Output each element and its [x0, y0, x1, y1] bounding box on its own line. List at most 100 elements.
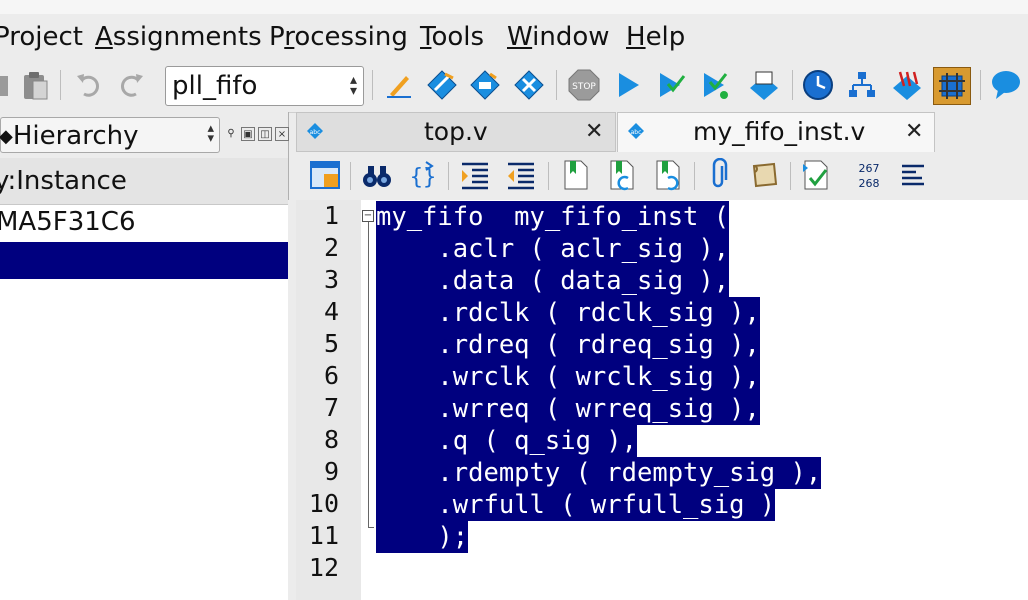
braces-icon[interactable]: {} — [406, 158, 440, 192]
text-editor[interactable]: 1 2 3 4 5 6 7 8 9 10 11 12 − my_fifo my_… — [296, 200, 1028, 600]
tab-top-v[interactable]: abc top.v ✕ — [296, 112, 616, 152]
align-lines-icon[interactable] — [896, 158, 930, 192]
toolbar-separator — [448, 162, 449, 190]
project-navigator-panel: ◆Hierarchy ▴ ▾ ⚲ ▣ ◫ × y:Instance MA5F31C… — [0, 112, 289, 600]
line-number-gutter: 1 2 3 4 5 6 7 8 9 10 11 12 — [296, 200, 361, 600]
window-top-strip — [0, 0, 1028, 14]
menu-processing[interactable]: Processing — [269, 22, 408, 52]
attach-icon[interactable] — [702, 157, 736, 192]
project-revision-value: pll_fifo — [172, 71, 258, 101]
instance-column-label: y:Instance — [0, 166, 127, 196]
redo-icon[interactable] — [114, 68, 148, 102]
menu-assignments[interactable]: Assignments — [95, 22, 262, 52]
synthesis-icon[interactable] — [468, 68, 502, 102]
code-line: .wrclk ( wrclk_sig ), — [376, 361, 760, 393]
hierarchy-bullet-icon: ◆ — [0, 126, 13, 147]
code-line: .wrreq ( wrreq_sig ), — [376, 393, 760, 425]
svg-text:abc: abc — [631, 129, 642, 136]
menu-tools[interactable]: Tools — [420, 22, 484, 52]
increase-indent-icon[interactable] — [458, 158, 492, 192]
pencil-icon[interactable] — [382, 68, 416, 102]
pin-planner-icon[interactable] — [933, 67, 971, 105]
project-navigator-header: ◆Hierarchy ▴ ▾ ⚲ ▣ ◫ × — [0, 112, 289, 158]
toolbar-separator — [980, 70, 981, 100]
line-number-icon[interactable]: 267 268 — [852, 158, 886, 192]
code-line: .rdreq ( rdreq_sig ), — [376, 329, 760, 361]
code-line: .data ( data_sig ), — [376, 265, 730, 297]
verilog-file-icon: abc — [628, 123, 644, 139]
fold-end — [368, 527, 374, 528]
instance-column-header[interactable]: y:Instance — [0, 158, 288, 205]
hierarchy-row-selected[interactable] — [0, 242, 288, 279]
editor-left-border — [288, 200, 296, 600]
line-number: 3 — [323, 265, 339, 294]
line-number-bottom-label: 268 — [859, 177, 880, 190]
toolbar-separator — [694, 162, 695, 190]
code-line: .aclr ( aclr_sig ), — [376, 233, 730, 265]
svg-text:STOP: STOP — [572, 82, 596, 92]
restore-panel-icon[interactable]: ◫ — [258, 127, 272, 141]
main-toolbar: pll_fifo ▴ ▾ STOP — [0, 60, 1028, 113]
previous-bookmark-icon[interactable] — [604, 158, 638, 192]
line-number: 5 — [323, 329, 339, 358]
line-number: 6 — [323, 361, 339, 390]
menu-project[interactable]: Project — [0, 22, 83, 52]
code-line: .q ( q_sig ), — [376, 425, 637, 457]
toolbar-separator — [60, 70, 61, 100]
menu-window[interactable]: Window — [507, 22, 610, 52]
search-icon[interactable]: ⚲ — [224, 127, 238, 141]
paste-icon[interactable] — [18, 68, 52, 102]
analysis-elaboration-icon[interactable] — [654, 68, 688, 102]
device-label: MA5F31C6 — [0, 207, 136, 237]
template-scroll-icon[interactable] — [748, 158, 782, 192]
close-panel-icon[interactable]: × — [275, 127, 289, 141]
code-line: .wrfull ( wrfull_sig ) — [376, 489, 776, 521]
timequest-icon[interactable] — [801, 68, 835, 102]
tab-my-fifo-inst-v[interactable]: abc my_fifo_inst.v ✕ — [617, 112, 935, 152]
line-number: 2 — [323, 233, 339, 262]
toolbar-separator — [350, 162, 351, 190]
bookmark-icon[interactable] — [558, 158, 592, 192]
toolbar-separator — [372, 70, 373, 100]
window-layout-icon[interactable] — [308, 158, 342, 192]
assembler-icon[interactable] — [747, 68, 781, 102]
find-icon[interactable] — [360, 158, 394, 192]
check-syntax-icon[interactable] — [798, 158, 832, 192]
navigator-view-value: ◆Hierarchy — [0, 121, 149, 151]
line-number: 8 — [323, 425, 339, 454]
start-compilation-icon[interactable] — [611, 68, 645, 102]
help-icon[interactable] — [988, 68, 1022, 102]
line-number: 10 — [308, 489, 339, 518]
line-number: 9 — [323, 457, 339, 486]
navigator-view-select[interactable]: ◆Hierarchy ▴ ▾ — [0, 117, 220, 153]
combo-updown-icon: ▴ ▾ — [207, 121, 214, 146]
netlist-viewer-icon[interactable] — [845, 68, 879, 102]
close-icon[interactable]: ✕ — [905, 119, 923, 144]
chip-planner-icon[interactable] — [890, 68, 924, 102]
fitter-icon[interactable] — [512, 68, 546, 102]
fold-line — [368, 222, 369, 528]
line-number-top-label: 267 — [859, 162, 880, 175]
next-bookmark-icon[interactable] — [650, 158, 684, 192]
undo-icon[interactable] — [72, 68, 106, 102]
stop-icon[interactable]: STOP — [567, 68, 601, 102]
project-revision-combo[interactable]: pll_fifo ▴ ▾ — [165, 66, 364, 106]
toolbar-separator — [556, 70, 557, 100]
analysis-icon[interactable] — [425, 68, 459, 102]
decrease-indent-icon[interactable] — [504, 158, 538, 192]
line-number: 7 — [323, 393, 339, 422]
code-line: .rdclk ( rdclk_sig ), — [376, 297, 760, 329]
menu-help[interactable]: Help — [626, 22, 685, 52]
line-number: 4 — [323, 297, 339, 326]
close-icon[interactable]: ✕ — [585, 119, 603, 144]
hierarchy-row-device[interactable]: MA5F31C6 — [0, 205, 288, 241]
fold-collapse-icon[interactable]: − — [362, 210, 374, 222]
tab-label: top.v — [424, 117, 488, 146]
panel-controls: ⚲ ▣ ◫ × — [224, 127, 289, 141]
timing-analysis-icon[interactable] — [698, 68, 732, 102]
toolbar-separator — [790, 162, 791, 190]
svg-text:abc: abc — [310, 129, 321, 136]
float-panel-icon[interactable]: ▣ — [241, 127, 255, 141]
line-number: 11 — [308, 521, 339, 550]
line-number: 1 — [323, 201, 339, 230]
